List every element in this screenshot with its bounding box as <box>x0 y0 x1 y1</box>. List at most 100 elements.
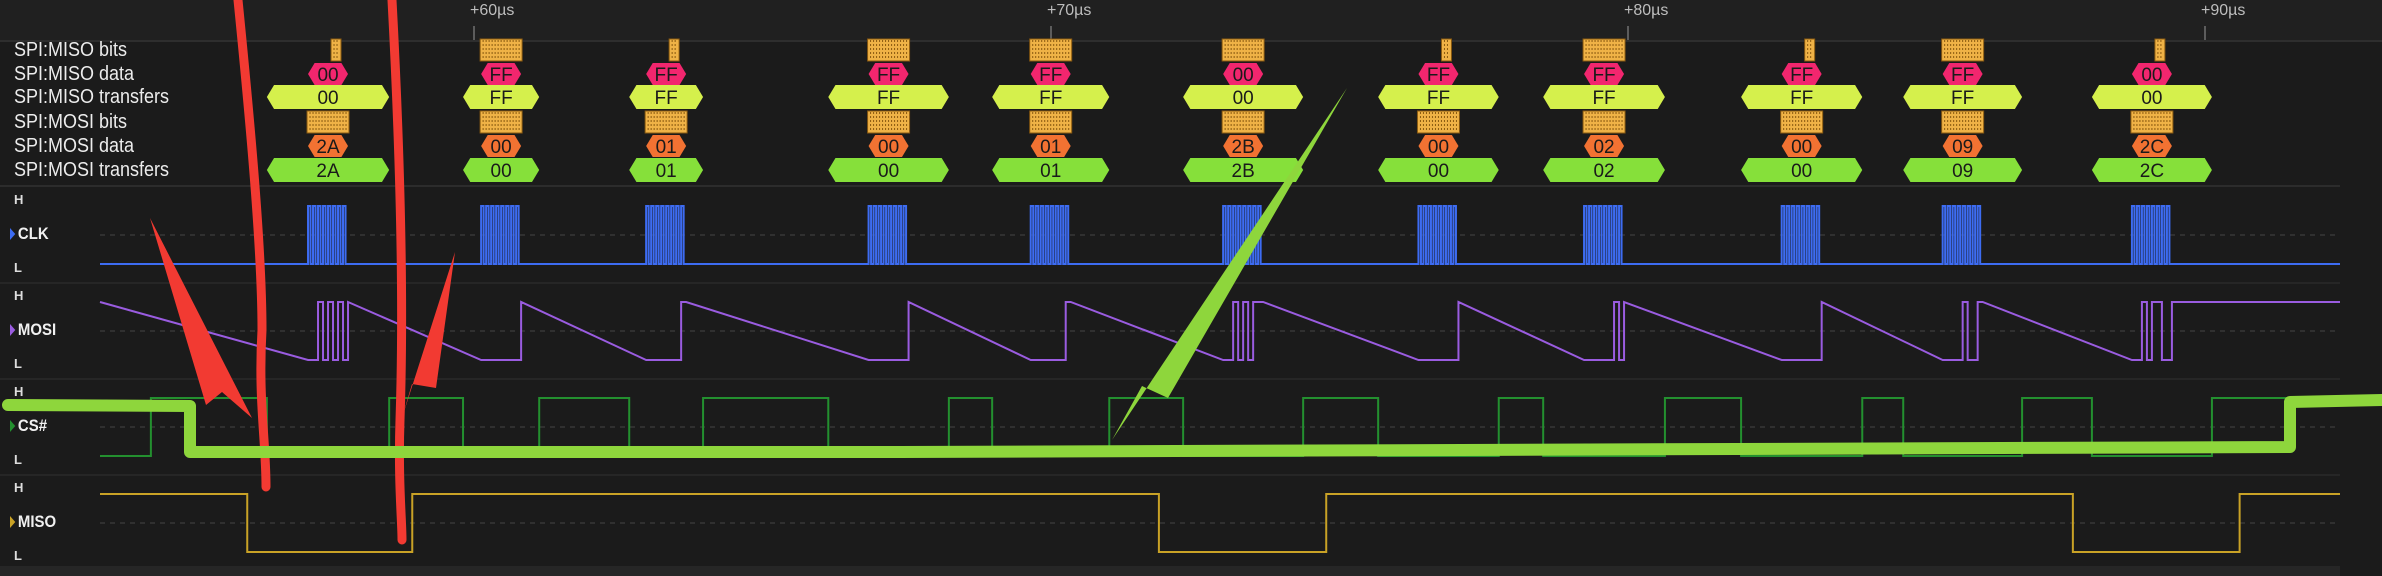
mosi-data-value-label: 02 <box>1593 137 1614 158</box>
miso-data-value[interactable]: FF <box>1942 63 1983 86</box>
mosi-data-value[interactable]: 02 <box>1584 135 1625 158</box>
mosi-data-value-label: 00 <box>1428 137 1449 158</box>
mosi-transfer-value[interactable]: 2B <box>1183 158 1304 182</box>
mosi-data-value-label: 00 <box>878 137 899 158</box>
miso-data-value[interactable]: 00 <box>2131 63 2172 86</box>
miso-transfer-value[interactable]: 00 <box>266 85 390 109</box>
channel-name-text: MISO <box>17 512 57 531</box>
miso-transfer-value[interactable]: FF <box>1741 85 1863 109</box>
mosi-data-value-label: 00 <box>1791 137 1812 158</box>
decoder-row-label: SPI:MISO data <box>14 63 135 85</box>
channel-name-text: MOSI <box>17 320 57 339</box>
mosi-data-value-label: 2A <box>316 137 340 158</box>
miso-bits-block[interactable] <box>1804 38 1816 62</box>
mosi-data-value[interactable]: 00 <box>1418 135 1459 158</box>
mosi-transfer-value-label: 2C <box>2140 161 2164 182</box>
mosi-transfer-value[interactable]: 00 <box>463 158 540 182</box>
mosi-data-value[interactable]: 01 <box>646 135 687 158</box>
miso-bits-block[interactable] <box>2154 38 2166 62</box>
mosi-transfer-value[interactable]: 02 <box>1543 158 1665 182</box>
annotation-red-arrow <box>402 252 455 418</box>
mosi-transfer-value-label: 01 <box>656 161 677 182</box>
miso-transfer-value[interactable]: FF <box>1378 85 1499 109</box>
miso-bits-block[interactable] <box>668 38 680 62</box>
mosi-data-value[interactable]: 00 <box>868 135 909 158</box>
channel-expand-icon[interactable] <box>10 228 16 240</box>
mosi-transfer-value-label: 00 <box>1791 161 1812 182</box>
decoder-row-label: SPI:MISO bits <box>14 39 128 61</box>
channel-name-text: CS# <box>17 416 48 435</box>
miso-transfer-value-label: 00 <box>2141 88 2162 109</box>
decoder-row-label: SPI:MOSI bits <box>14 111 128 133</box>
miso-bits-block[interactable] <box>1440 38 1452 62</box>
miso-transfer-value-label: 00 <box>1233 88 1254 109</box>
channel-expand-icon[interactable] <box>10 516 16 528</box>
mosi-data-value[interactable]: 01 <box>1030 135 1071 158</box>
mosi-transfer-value[interactable]: 01 <box>629 158 704 182</box>
annotation-red-arrow <box>150 218 252 418</box>
miso-data-value[interactable]: FF <box>1030 63 1071 86</box>
miso-data-value-label: 00 <box>2141 65 2162 86</box>
waveform-view[interactable]: 00002A2AFFFF0000FFFF0101FFFF0000FFFF0101… <box>0 0 2382 576</box>
low-level-label: L <box>14 356 22 371</box>
mosi-data-value[interactable]: 00 <box>1781 135 1822 158</box>
miso-transfer-value[interactable]: FF <box>992 85 1110 109</box>
miso-transfer-value[interactable]: 00 <box>1183 85 1304 109</box>
annotation-red-line <box>233 0 271 492</box>
miso-bits-block[interactable] <box>330 38 342 62</box>
mosi-data-value-label: 00 <box>491 137 512 158</box>
miso-data-value[interactable]: FF <box>481 63 522 86</box>
channel-expand-icon[interactable] <box>10 324 16 336</box>
miso-transfer-value[interactable]: 00 <box>2091 85 2212 109</box>
miso-data-value-label: FF <box>1951 65 1974 86</box>
miso-data-value[interactable]: FF <box>1418 63 1459 86</box>
mosi-transfer-value-label: 02 <box>1593 161 1614 182</box>
mosi-transfer-value[interactable]: 00 <box>828 158 949 182</box>
mosi-data-value[interactable]: 2B <box>1223 135 1264 158</box>
miso-data-value[interactable]: 00 <box>308 63 349 86</box>
mosi-data-value[interactable]: 2C <box>2131 135 2172 158</box>
mosi-transfer-value[interactable]: 2C <box>2091 158 2212 182</box>
decoder-row-label: SPI:MOSI data <box>14 135 135 157</box>
mosi-transfer-value-label: 01 <box>1040 161 1061 182</box>
miso-data-value[interactable]: FF <box>646 63 687 86</box>
miso-data-value[interactable]: 00 <box>1223 63 1264 86</box>
miso-data-value-label: FF <box>1039 65 1062 86</box>
channel-expand-icon[interactable] <box>10 420 16 432</box>
channel-name-mosi: MOSI <box>10 320 56 340</box>
miso-transfer-value-label: FF <box>877 88 900 109</box>
mosi-transfer-value-label: 00 <box>878 161 899 182</box>
annotation-red-line <box>387 0 407 545</box>
high-level-label: H <box>14 192 24 207</box>
miso-data-value-label: FF <box>877 65 900 86</box>
high-level-label: H <box>14 288 24 303</box>
miso-transfer-value-label: FF <box>1592 88 1615 109</box>
miso-transfer-value[interactable]: FF <box>828 85 949 109</box>
mosi-transfer-value-label: 00 <box>491 161 512 182</box>
mosi-transfer-value[interactable]: 00 <box>1378 158 1499 182</box>
miso-data-value[interactable]: FF <box>868 63 909 86</box>
high-level-label: H <box>14 480 24 495</box>
miso-data-value[interactable]: FF <box>1781 63 1822 86</box>
mosi-transfer-value[interactable]: 2A <box>266 158 390 182</box>
low-level-label: L <box>14 548 22 563</box>
mosi-data-value-label: 2B <box>1232 137 1255 158</box>
mosi-data-value[interactable]: 09 <box>1942 135 1983 158</box>
miso-transfer-value[interactable]: FF <box>629 85 704 109</box>
miso-data-value-label: FF <box>655 65 678 86</box>
channel-name-text: CLK <box>17 224 49 243</box>
mosi-transfer-value[interactable]: 01 <box>992 158 1110 182</box>
channel-name-miso: MISO <box>10 512 56 532</box>
mosi-transfer-value[interactable]: 09 <box>1903 158 2023 182</box>
mosi-transfer-value[interactable]: 00 <box>1741 158 1863 182</box>
horizontal-scrollbar[interactable] <box>0 566 2340 576</box>
mosi-data-value[interactable]: 00 <box>481 135 522 158</box>
miso-transfer-value-label: FF <box>655 88 678 109</box>
miso-data-value-label: FF <box>1790 65 1813 86</box>
low-level-label: L <box>14 260 22 275</box>
miso-transfer-value[interactable]: FF <box>1543 85 1665 109</box>
mosi-data-value[interactable]: 2A <box>308 135 349 158</box>
miso-transfer-value[interactable]: FF <box>463 85 540 109</box>
miso-transfer-value[interactable]: FF <box>1903 85 2023 109</box>
miso-data-value[interactable]: FF <box>1584 63 1625 86</box>
